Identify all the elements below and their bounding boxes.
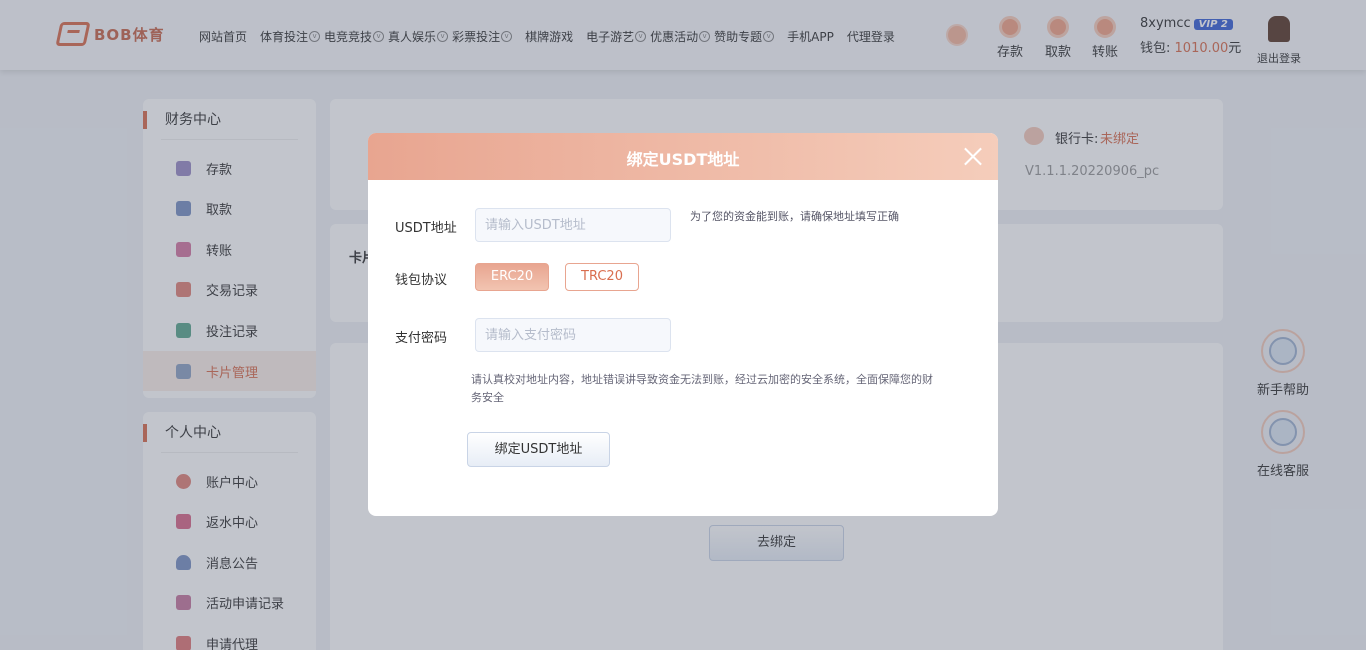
protocol-trc20-option[interactable]: TRC20 xyxy=(565,263,639,291)
bind-usdt-button[interactable]: 绑定USDT地址 xyxy=(467,432,610,467)
password-label: 支付密码 xyxy=(395,331,448,346)
modal-header: 绑定USDT地址 xyxy=(368,133,998,180)
protocol-label: 钱包协议 xyxy=(395,273,448,288)
close-icon[interactable] xyxy=(964,147,983,166)
address-hint: 为了您的资金能到账，请确保地址填写正确 xyxy=(690,210,899,223)
protocol-erc20-option[interactable]: ERC20 xyxy=(475,263,549,291)
modal-title: 绑定USDT地址 xyxy=(626,150,740,169)
bind-usdt-modal: 绑定USDT地址 USDT地址 为了您的资金能到账，请确保地址填写正确 钱包协议… xyxy=(368,133,998,516)
address-label: USDT地址 xyxy=(395,221,457,236)
payment-password-input[interactable] xyxy=(475,318,671,352)
usdt-address-input[interactable] xyxy=(475,208,671,242)
security-notice: 请认真校对地址内容，地址错误讲导致资金无法到账，经过云加密的安全系统，全面保障您… xyxy=(471,373,933,404)
